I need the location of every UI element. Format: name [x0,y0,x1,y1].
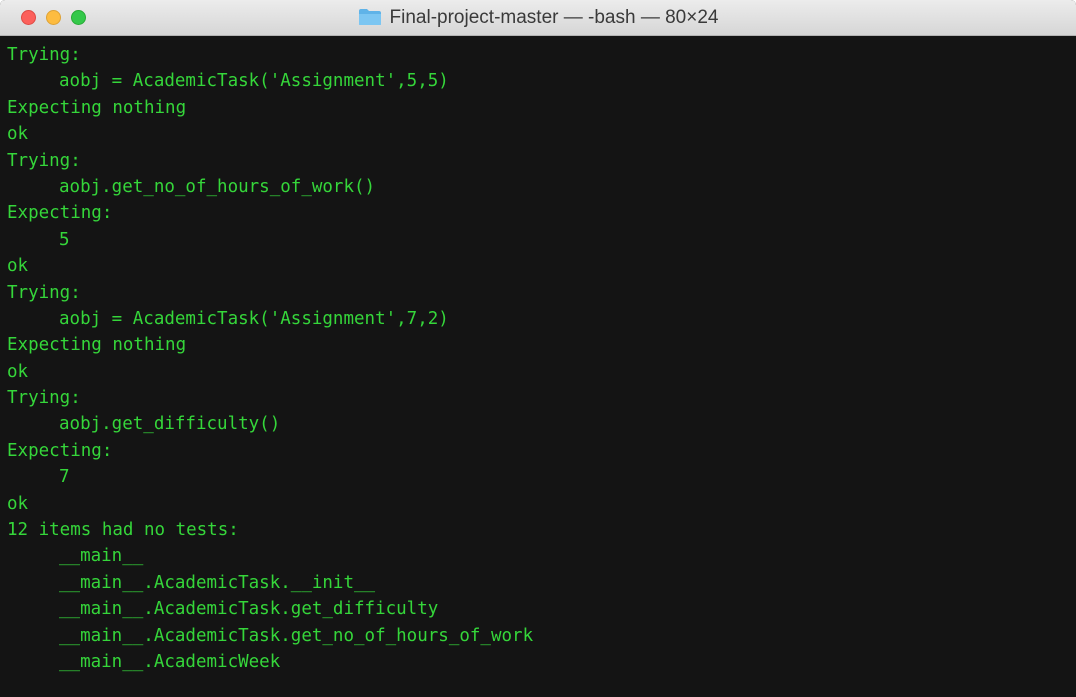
terminal-line: aobj = AcademicTask('Assignment',5,5) [59,71,449,92]
terminal-line: aobj.get_no_of_hours_of_work() [59,176,376,197]
terminal-line: Trying: [7,388,81,409]
terminal-output[interactable]: Trying: aobj = AcademicTask('Assignment'… [0,36,1076,697]
terminal-line: Trying: [7,45,81,65]
terminal-line: 5 [59,229,70,250]
terminal-line: ok [7,493,29,514]
terminal-line: ok [7,256,29,277]
terminal-window: Final-project-master — -bash — 80×24 Try… [0,0,1076,697]
terminal-line: __main__.AcademicWeek [59,651,281,672]
window-title: Final-project-master — -bash — 80×24 [389,6,719,28]
terminal-line: Expecting nothing [7,97,187,118]
terminal-line: __main__.AcademicTask.__init__ [59,572,376,593]
terminal-line: ok [7,361,29,382]
terminal-line: Expecting: [7,203,113,224]
terminal-line: Trying: [7,282,81,303]
terminal-line: Expecting: [7,440,113,461]
terminal-line: __main__.AcademicTask.get_difficulty [59,599,439,620]
terminal-line: aobj.get_difficulty() [59,414,281,435]
terminal-line: __main__ [59,546,144,567]
terminal-line: __main__.AcademicTask.get_no_of_hours_of… [59,625,534,646]
folder-icon [358,8,382,26]
window-title-area: Final-project-master — -bash — 80×24 [0,0,1076,35]
terminal-line: 7 [59,467,70,488]
terminal-line: Expecting nothing [7,335,187,356]
terminal-line: aobj = AcademicTask('Assignment',7,2) [59,308,449,329]
terminal-line: Trying: [7,150,81,171]
title-bar[interactable]: Final-project-master — -bash — 80×24 [0,0,1076,36]
terminal-line: ok [7,124,29,145]
terminal-line: 12 items had no tests: [7,520,239,541]
